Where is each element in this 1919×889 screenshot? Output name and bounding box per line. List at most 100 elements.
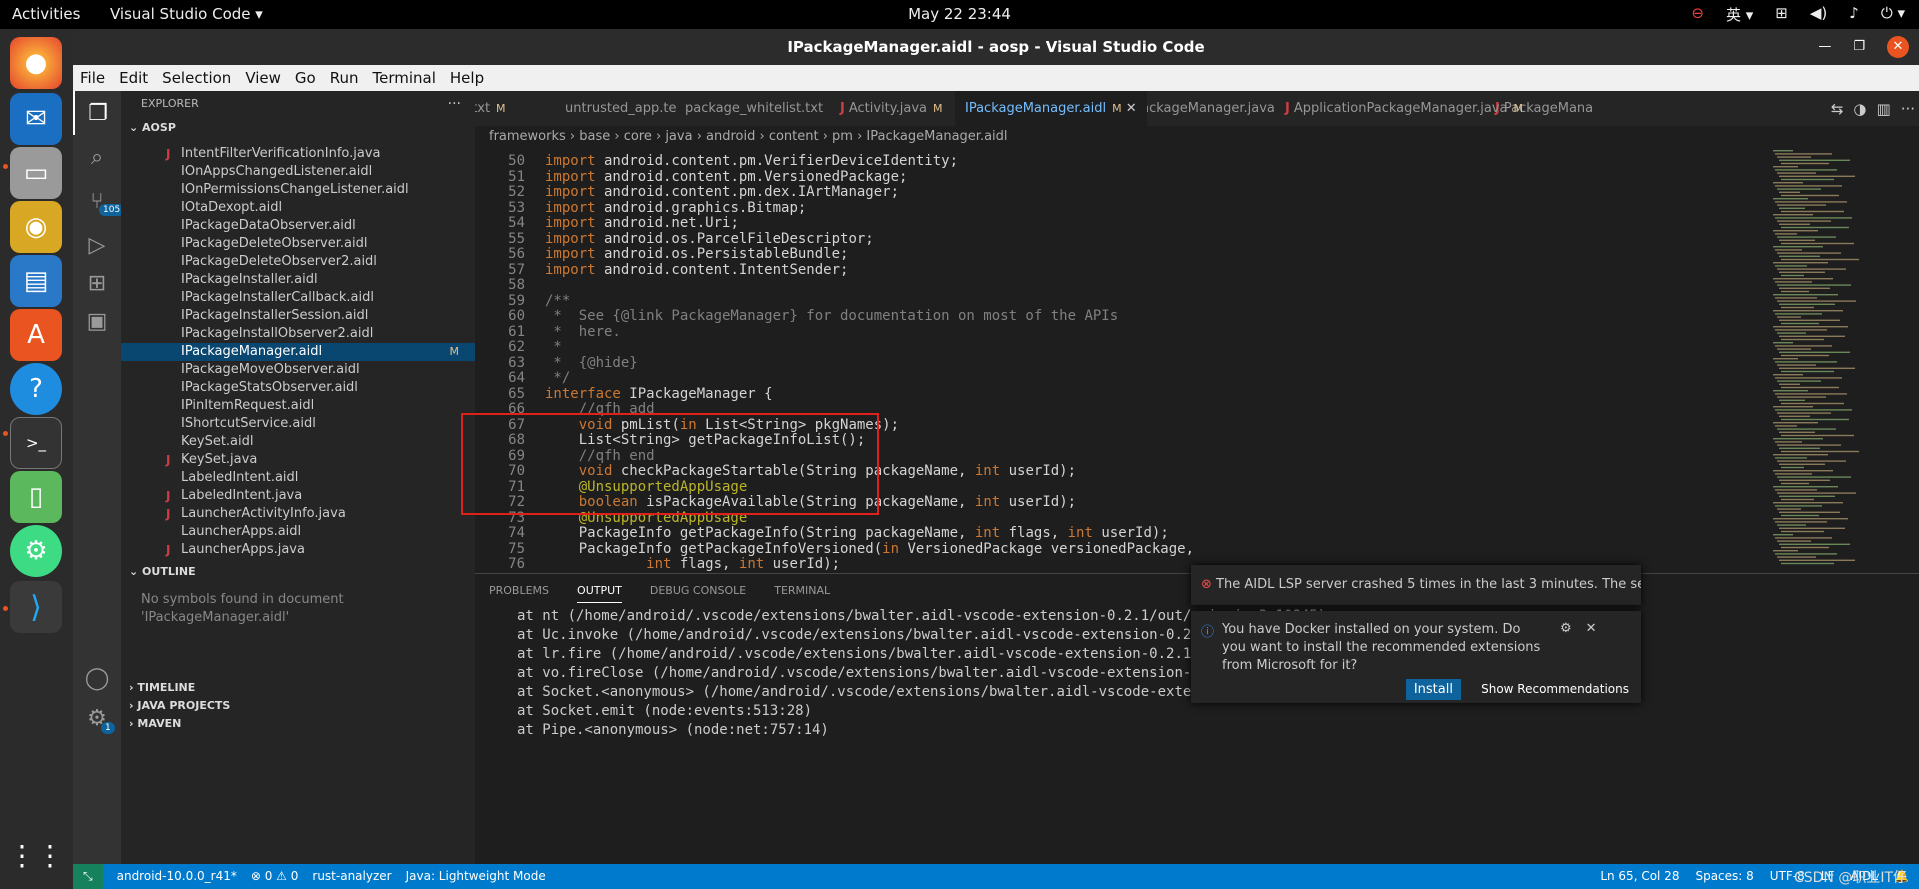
file-item[interactable]: IPinItemRequest.aidl [121,397,475,415]
menu-run[interactable]: Run [330,69,359,87]
rhythmbox-icon[interactable]: ◉ [10,201,62,253]
menu-help[interactable]: Help [450,69,484,87]
software-center-icon[interactable]: A [10,309,62,361]
editor-tab[interactable]: J ApplicationPackageManager.java M [1275,91,1533,126]
problems-indicator[interactable]: ⊗ 0 ⚠ 0 [251,864,299,889]
maximize-button[interactable]: ❐ [1853,29,1865,65]
show-recommendations-button[interactable]: Show Recommendations [1481,682,1629,696]
panel-tab[interactable]: PROBLEMS [489,584,549,597]
volume-icon[interactable]: ◀) [1810,4,1827,25]
file-item[interactable]: IPackageMoveObserver.aidl [121,361,475,379]
minimap-line [1777,316,1801,318]
input-method[interactable]: 英 ▾ [1726,4,1753,25]
menu-edit[interactable]: Edit [119,69,148,87]
panel-tab[interactable]: TERMINAL [774,584,830,597]
editor-tab[interactable]: ges.txt M [475,91,516,126]
minimap-line [1775,473,1812,475]
source-control-icon[interactable]: ⑂ 105 [73,179,125,223]
minimap-line [1773,518,1848,520]
install-button[interactable]: Install [1405,679,1461,700]
close-window-button[interactable]: ✕ [1887,36,1909,58]
settings-gear-icon[interactable]: ⚙ 1 [73,696,121,740]
file-item[interactable]: J LabeledIntent.java [121,487,475,505]
file-item[interactable]: IPackageManager.aidl M [121,343,475,361]
menu-selection[interactable]: Selection [162,69,231,87]
open-changes-icon[interactable]: ⇆ [1831,100,1844,118]
libreoffice-writer-icon[interactable]: ▤ [10,255,62,307]
android-studio-icon[interactable]: ⚙ [10,525,62,577]
editor-tab[interactable]: J Activity.java M [830,91,952,126]
minimap-line [1773,246,1823,248]
file-item[interactable]: IShortcutService.aidl [121,415,475,433]
help-icon[interactable]: ? [10,363,62,415]
menu-go[interactable]: Go [295,69,316,87]
terminal-icon[interactable]: >_ [10,417,62,469]
android-emulator-icon[interactable]: ▯ [10,471,62,523]
java-status[interactable]: Java: Lightweight Mode [406,864,546,889]
network-icon[interactable]: ⊞ [1775,4,1788,25]
editor-tab[interactable]: IPackageManager.aidl M ✕ [955,91,1147,126]
vscode-icon[interactable]: ⟩ [10,581,62,633]
file-item[interactable]: IPackageInstallerCallback.aidl [121,289,475,307]
file-item[interactable]: IPackageInstallerSession.aidl [121,307,475,325]
file-item[interactable]: IOtaDexopt.aidl [121,199,475,217]
accounts-icon[interactable]: ◯ [73,656,121,700]
close-notification-icon[interactable]: ✕ [1586,621,1597,675]
java-projects-section[interactable]: › JAVA PROJECTS [121,697,475,715]
menu-bar: File Edit Selection View Go Run Terminal Help [73,65,1919,91]
file-item[interactable]: J LauncherActivityInfo.java [121,505,475,523]
more-editor-actions-icon[interactable]: ··· [1901,100,1915,118]
file-item[interactable]: J KeySet.java [121,451,475,469]
minimize-button[interactable]: — [1818,29,1831,65]
split-editor-icon[interactable]: ▥ [1877,100,1891,118]
notification-icon[interactable]: ⊖ [1691,4,1704,25]
editor-tab[interactable]: untrusted_app.te [555,91,686,126]
thunderbird-icon[interactable]: ✉ [10,93,62,145]
menu-file[interactable]: File [80,69,105,87]
cursor-position[interactable]: Ln 65, Col 28 [1600,864,1679,889]
remote-explorer-icon[interactable]: ▣ [73,299,121,343]
file-item[interactable]: IPackageDeleteObserver.aidl [121,235,475,253]
panel-tab[interactable]: DEBUG CONSOLE [650,584,746,597]
file-item[interactable]: IOnPermissionsChangeListener.aidl [121,181,475,199]
files-icon[interactable]: ▭ [10,147,62,199]
file-item[interactable]: IPackageInstallObserver2.aidl [121,325,475,343]
file-item[interactable]: J LauncherApps.java [121,541,475,559]
mic-icon[interactable]: ♪ [1849,4,1859,25]
file-item[interactable]: IOnAppsChangedListener.aidl [121,163,475,181]
more-actions-icon[interactable]: ··· [448,91,461,117]
menu-terminal[interactable]: Terminal [373,69,436,87]
file-item[interactable]: IPackageInstaller.aidl [121,271,475,289]
file-item[interactable]: KeySet.aidl [121,433,475,451]
file-item[interactable]: IPackageStatsObserver.aidl [121,379,475,397]
error-notification[interactable]: ⊗ The AIDL LSP server crashed 5 times in… [1191,565,1641,605]
show-apps-icon[interactable]: ⋮⋮ [8,829,64,881]
remote-indicator[interactable]: ⤡ [73,864,103,889]
close-tab-icon[interactable]: ✕ [1122,101,1137,116]
firefox-icon[interactable]: ● [10,37,62,89]
system-tray[interactable]: ⊖ 英 ▾ ⊞ ◀) ♪ ⏻ ▾ [1691,4,1905,25]
file-item[interactable]: LabeledIntent.aidl [121,469,475,487]
root-folder[interactable]: ⌄ AOSP [121,117,475,139]
search-icon[interactable]: ⌕ [73,135,121,179]
timeline-section[interactable]: › TIMELINE [121,679,475,697]
minimap[interactable] [1769,148,1869,573]
rust-analyzer-status[interactable]: rust-analyzer [312,864,391,889]
breadcrumb[interactable]: frameworks › base › core › java › androi… [475,126,1919,148]
panel-tab[interactable]: OUTPUT [577,584,622,603]
notification-settings-icon[interactable]: ⚙ [1560,621,1572,675]
file-item[interactable]: LauncherApps.aidl [121,523,475,541]
clock[interactable]: May 22 23:44 [0,5,1919,23]
outline-section[interactable]: ⌄ OUTLINE [121,561,475,583]
file-item[interactable]: J IntentFilterVerificationInfo.java [121,145,475,163]
explorer-icon[interactable]: ❐ [73,91,121,135]
source-compare-icon[interactable]: ◑ [1853,100,1866,118]
file-item[interactable]: IPackageDeleteObserver2.aidl [121,253,475,271]
editor-tab[interactable]: package_whitelist.txt [675,91,833,126]
menu-view[interactable]: View [245,69,281,87]
branch-indicator[interactable]: android-10.0.0_r41* [117,864,237,889]
maven-section[interactable]: › MAVEN [121,715,475,733]
indentation[interactable]: Spaces: 8 [1695,864,1753,889]
file-item[interactable]: IPackageDataObserver.aidl [121,217,475,235]
power-menu[interactable]: ⏻ ▾ [1881,4,1905,25]
